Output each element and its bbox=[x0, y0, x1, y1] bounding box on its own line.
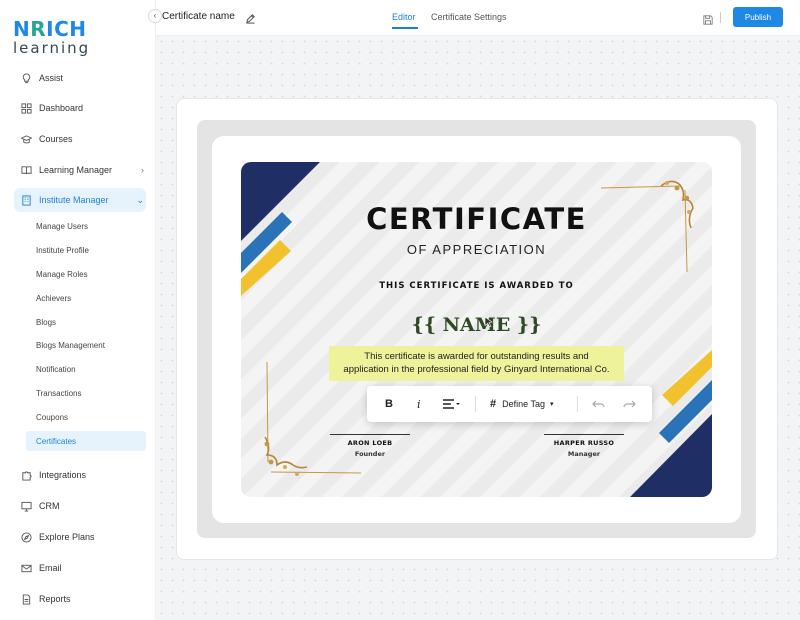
sidebar-item-assist[interactable]: Assist bbox=[14, 66, 146, 90]
sidebar-item-label: Courses bbox=[39, 134, 73, 144]
sidebar-item-label: Learning Manager bbox=[39, 165, 113, 175]
building-icon bbox=[20, 194, 32, 206]
subitem-manage-roles[interactable]: Manage Roles bbox=[26, 264, 146, 284]
puzzle-icon bbox=[20, 469, 32, 481]
define-tag-dropdown[interactable]: # Define Tag ▾ bbox=[490, 386, 554, 422]
compass-icon bbox=[20, 531, 32, 543]
undo-button[interactable] bbox=[592, 386, 606, 422]
undo-icon bbox=[592, 400, 605, 408]
sidebar-item-label: CRM bbox=[39, 501, 60, 511]
sidebar-item-dashboard[interactable]: Dashboard bbox=[14, 96, 146, 120]
document-icon bbox=[20, 593, 32, 605]
mail-icon bbox=[20, 562, 32, 574]
pencil-icon[interactable] bbox=[245, 11, 256, 29]
lightbulb-icon bbox=[20, 72, 32, 84]
toolbar-divider bbox=[475, 396, 476, 412]
italic-button[interactable]: i bbox=[417, 386, 421, 422]
signature-founder[interactable]: ARON LOEB Founder bbox=[330, 434, 410, 458]
certificate-description[interactable]: This certificate is awarded for outstand… bbox=[329, 346, 624, 381]
book-icon bbox=[20, 164, 32, 176]
tab-editor[interactable]: Editor bbox=[392, 12, 416, 22]
subitem-blogs-management[interactable]: Blogs Management bbox=[26, 335, 146, 355]
tab-certificate-settings[interactable]: Certificate Settings bbox=[431, 12, 507, 22]
sidebar-item-institute-manager[interactable]: Institute Manager ⌄ bbox=[14, 188, 146, 212]
subitem-institute-profile[interactable]: Institute Profile bbox=[26, 240, 146, 260]
topbar-divider bbox=[720, 12, 721, 23]
chevron-down-icon: ▾ bbox=[550, 401, 554, 408]
subitem-manage-users[interactable]: Manage Users bbox=[26, 216, 146, 236]
certificate-title[interactable]: CERTIFICATE bbox=[241, 202, 712, 236]
subitem-achievers[interactable]: Achievers bbox=[26, 288, 146, 308]
subitem-notification[interactable]: Notification bbox=[26, 359, 146, 379]
subitem-coupons[interactable]: Coupons bbox=[26, 407, 146, 427]
subitem-certificates[interactable]: Certificates bbox=[26, 431, 146, 451]
subitem-blogs[interactable]: Blogs bbox=[26, 312, 146, 332]
bold-button[interactable]: B bbox=[385, 386, 393, 422]
signature-name: HARPER RUSSO bbox=[553, 439, 615, 447]
publish-button[interactable]: Publish bbox=[733, 7, 783, 27]
signature-role: Founder bbox=[354, 450, 386, 458]
sidebar-item-explore-plans[interactable]: Explore Plans bbox=[14, 525, 146, 549]
sidebar-item-label: Email bbox=[39, 563, 62, 573]
sidebar-item-email[interactable]: Email bbox=[14, 556, 146, 580]
hash-icon: # bbox=[490, 398, 497, 410]
sidebar-item-label: Assist bbox=[39, 73, 64, 83]
sidebar-item-label: Dashboard bbox=[39, 103, 84, 113]
sidebar-item-label: Integrations bbox=[39, 470, 87, 480]
sidebar-item-label: Institute Manager bbox=[39, 195, 109, 205]
sidebar-item-reports[interactable]: Reports bbox=[14, 587, 146, 611]
text-format-toolbar: B i # Define Tag ▾ bbox=[367, 386, 652, 422]
sidebar-item-crm[interactable]: CRM bbox=[14, 494, 146, 518]
chevron-right-icon: › bbox=[141, 165, 144, 175]
description-line-1: This certificate is awarded for outstand… bbox=[364, 351, 589, 362]
topbar: Certificate name Editor Certificate Sett… bbox=[156, 0, 800, 36]
define-tag-label: Define Tag bbox=[502, 399, 545, 409]
signature-manager[interactable]: HARPER RUSSO Manager bbox=[544, 434, 624, 458]
mouse-cursor-icon bbox=[484, 315, 494, 333]
logo[interactable]: NRICH learning bbox=[13, 19, 90, 56]
certificate-preview[interactable]: CERTIFICATE OF APPRECIATION THIS CERTIFI… bbox=[241, 162, 712, 497]
toolbar-divider bbox=[577, 396, 578, 412]
certificate-subtitle[interactable]: OF APPRECIATION bbox=[241, 242, 712, 257]
description-line-2: application in the professional field by… bbox=[343, 364, 610, 375]
redo-icon bbox=[623, 400, 636, 408]
align-left-icon bbox=[443, 399, 460, 409]
sidebar-item-learning-manager[interactable]: Learning Manager › bbox=[14, 158, 146, 182]
sidebar-item-courses[interactable]: Courses bbox=[14, 127, 146, 151]
signature-line bbox=[330, 434, 410, 435]
sidebar-item-integrations[interactable]: Integrations bbox=[14, 463, 146, 487]
signature-role: Manager bbox=[567, 450, 601, 458]
logo-top: NRICH bbox=[13, 17, 87, 41]
signature-line bbox=[544, 434, 624, 435]
signature-name: ARON LOEB bbox=[347, 439, 393, 447]
certificate-name[interactable]: Certificate name bbox=[162, 11, 235, 22]
active-tab-indicator bbox=[392, 27, 418, 29]
monitor-icon bbox=[20, 500, 32, 512]
certificate-awarded-to[interactable]: THIS CERTIFICATE IS AWARDED TO bbox=[241, 281, 712, 291]
certificate-name-placeholder[interactable]: {{ NAME }} bbox=[241, 314, 712, 336]
align-dropdown[interactable] bbox=[442, 386, 460, 422]
save-icon[interactable] bbox=[703, 12, 713, 30]
logo-bottom: learning bbox=[13, 39, 91, 57]
sidebar: NRICH learning Assist Dashboard Courses … bbox=[0, 0, 156, 620]
sidebar-item-label: Reports bbox=[39, 594, 71, 604]
redo-button[interactable] bbox=[622, 386, 636, 422]
grid-icon bbox=[20, 102, 32, 114]
sidebar-item-label: Explore Plans bbox=[39, 532, 95, 542]
chevron-left-icon[interactable]: ‹ bbox=[148, 9, 162, 23]
subitem-transactions[interactable]: Transactions bbox=[26, 383, 146, 403]
chevron-down-icon: ⌄ bbox=[136, 194, 144, 205]
graduation-cap-icon bbox=[20, 133, 32, 145]
